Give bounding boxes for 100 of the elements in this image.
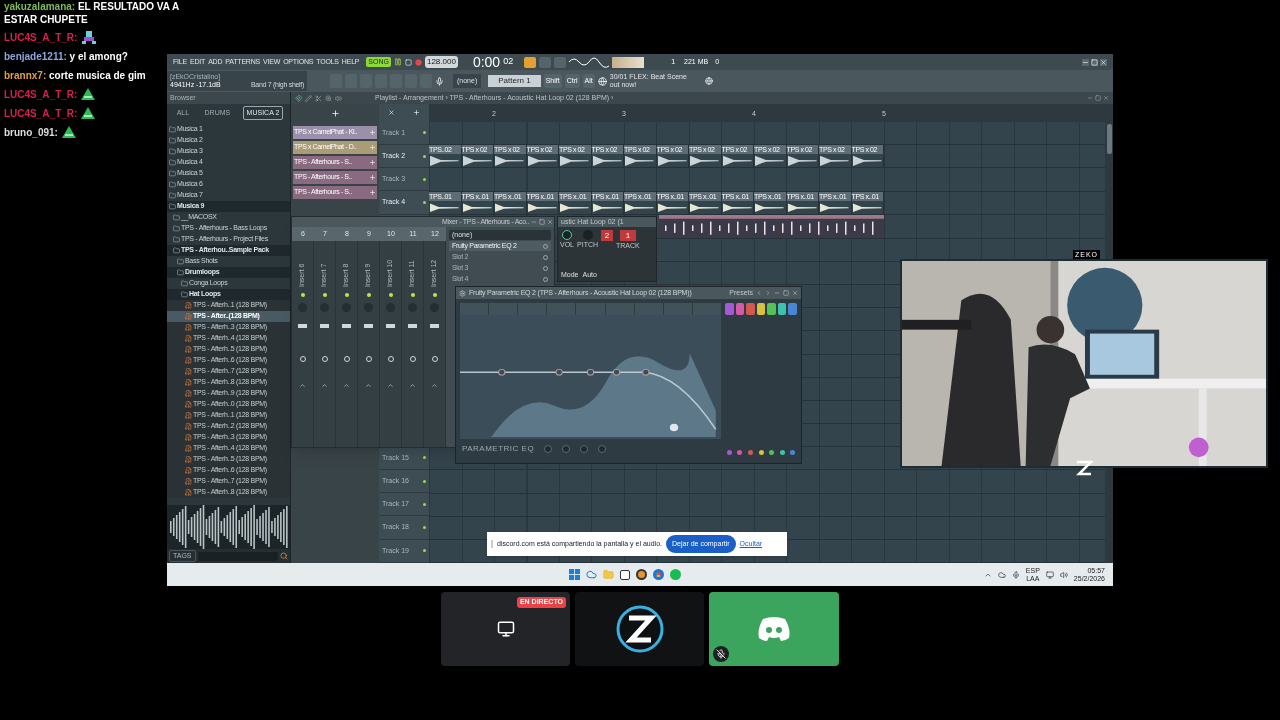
cloud-icon[interactable] xyxy=(997,570,1006,579)
audio-file-icon xyxy=(185,401,192,408)
close-icon[interactable] xyxy=(547,219,554,225)
band-button[interactable] xyxy=(777,303,787,315)
pause-icon[interactable] xyxy=(393,58,402,66)
cloud-app-icon[interactable] xyxy=(586,569,597,580)
chat-username: LUC4S_A_T_R: xyxy=(4,30,78,44)
add-icon[interactable] xyxy=(330,108,340,118)
globe-icon[interactable] xyxy=(704,77,713,85)
led-icon xyxy=(410,293,415,297)
band-handle[interactable] xyxy=(642,368,650,376)
band-handle[interactable] xyxy=(498,368,506,376)
band-cell xyxy=(663,303,692,315)
logo-icon xyxy=(757,616,791,642)
zoom-icon[interactable] xyxy=(325,94,332,102)
close-icon[interactable] xyxy=(1103,95,1109,101)
speaker-icon[interactable] xyxy=(335,94,342,102)
search-field[interactable] xyxy=(197,551,278,561)
tempo-display[interactable]: 128.000 xyxy=(424,56,458,68)
audio-file-icon xyxy=(185,313,192,320)
folder-icon xyxy=(169,203,176,210)
tool-icon[interactable] xyxy=(524,56,537,68)
maximize-icon[interactable] xyxy=(783,290,789,296)
audio-clip[interactable] xyxy=(659,215,884,238)
audio-file-icon xyxy=(185,434,192,441)
volume-knob[interactable] xyxy=(562,230,572,240)
close-icon[interactable] xyxy=(388,109,395,117)
avatar-logo-icon xyxy=(614,604,665,654)
meter-icon xyxy=(612,56,645,68)
band-handle[interactable] xyxy=(555,368,563,376)
track-led-icon xyxy=(423,200,426,204)
user-tile[interactable] xyxy=(709,592,839,666)
audio-file-icon xyxy=(185,478,192,485)
time-display: 0:00 xyxy=(472,55,501,69)
fader-handle[interactable] xyxy=(342,324,351,328)
previous-icon[interactable] xyxy=(756,290,762,296)
microphone-icon[interactable] xyxy=(1011,570,1020,579)
settings-icon[interactable] xyxy=(459,289,466,297)
magnet-icon[interactable] xyxy=(295,94,302,102)
folder-icon xyxy=(173,225,180,232)
start-icon[interactable] xyxy=(569,569,580,580)
app-icon[interactable] xyxy=(620,569,630,580)
maximize-icon[interactable] xyxy=(1095,95,1101,101)
figure-emote-icon xyxy=(81,30,98,44)
fader-handle[interactable] xyxy=(364,324,373,328)
track-led-icon xyxy=(423,526,426,530)
folder-icon xyxy=(169,181,176,188)
fader-handle[interactable] xyxy=(386,324,395,328)
led-icon xyxy=(366,293,371,297)
add-icon[interactable] xyxy=(369,189,376,196)
pencil-icon[interactable] xyxy=(305,94,312,102)
folder-icon xyxy=(169,126,176,133)
band-cell xyxy=(460,303,489,315)
band-button[interactable] xyxy=(788,303,798,315)
maximize-icon[interactable] xyxy=(539,219,546,225)
time-sub-display: 02 xyxy=(503,55,514,69)
chat-username: LUC4S_A_T_R: xyxy=(4,106,78,120)
scissors-icon[interactable] xyxy=(315,94,322,102)
volume-icon[interactable] xyxy=(1059,570,1068,579)
band-handle[interactable] xyxy=(586,368,595,376)
band-handle[interactable] xyxy=(669,423,679,432)
band-button[interactable] xyxy=(756,303,766,315)
microphone-icon[interactable] xyxy=(435,76,444,86)
app-icon[interactable] xyxy=(636,569,647,580)
stop-icon[interactable] xyxy=(404,58,412,66)
folder-icon xyxy=(173,214,180,221)
add-icon[interactable] xyxy=(369,174,376,181)
record-icon[interactable] xyxy=(414,58,422,66)
audio-file-icon xyxy=(185,346,192,353)
band-cell xyxy=(547,303,576,315)
add-icon[interactable] xyxy=(413,109,420,117)
oscilloscope-drawing xyxy=(569,56,610,68)
fader-handle[interactable] xyxy=(320,324,329,328)
band-button[interactable] xyxy=(735,303,745,315)
user-tile[interactable] xyxy=(575,592,704,666)
add-icon[interactable] xyxy=(369,159,376,166)
folder-icon xyxy=(181,280,188,287)
fader-handle[interactable] xyxy=(408,324,417,328)
fader-handle[interactable] xyxy=(430,324,439,328)
chat-message: yakuzalamana: EL RESULTADO VA A ESTAR CHUPETE xyxy=(4,0,180,26)
band-cell xyxy=(518,303,547,315)
search-icon[interactable] xyxy=(280,552,288,560)
folder-icon xyxy=(169,137,176,144)
pattern-selector[interactable]: Pattern 1 xyxy=(488,75,541,87)
track-led-icon xyxy=(423,154,426,158)
audio-file-icon xyxy=(185,423,192,430)
minimize-icon[interactable] xyxy=(1082,58,1089,66)
folder-icon xyxy=(173,236,180,243)
folder-icon xyxy=(169,159,176,166)
chat-message: benjade1211: y el among? xyxy=(4,49,128,63)
led-icon xyxy=(300,293,305,297)
next-icon[interactable] xyxy=(765,290,771,296)
close-icon[interactable] xyxy=(792,290,798,296)
pyramid-emote-icon xyxy=(81,107,96,119)
chat-username: bruno_091: xyxy=(4,125,58,139)
news-icon[interactable] xyxy=(597,76,607,86)
fader-handle[interactable] xyxy=(298,324,307,328)
band-button[interactable] xyxy=(767,303,776,315)
band-handle[interactable] xyxy=(612,368,621,376)
display-icon[interactable] xyxy=(1045,570,1054,579)
